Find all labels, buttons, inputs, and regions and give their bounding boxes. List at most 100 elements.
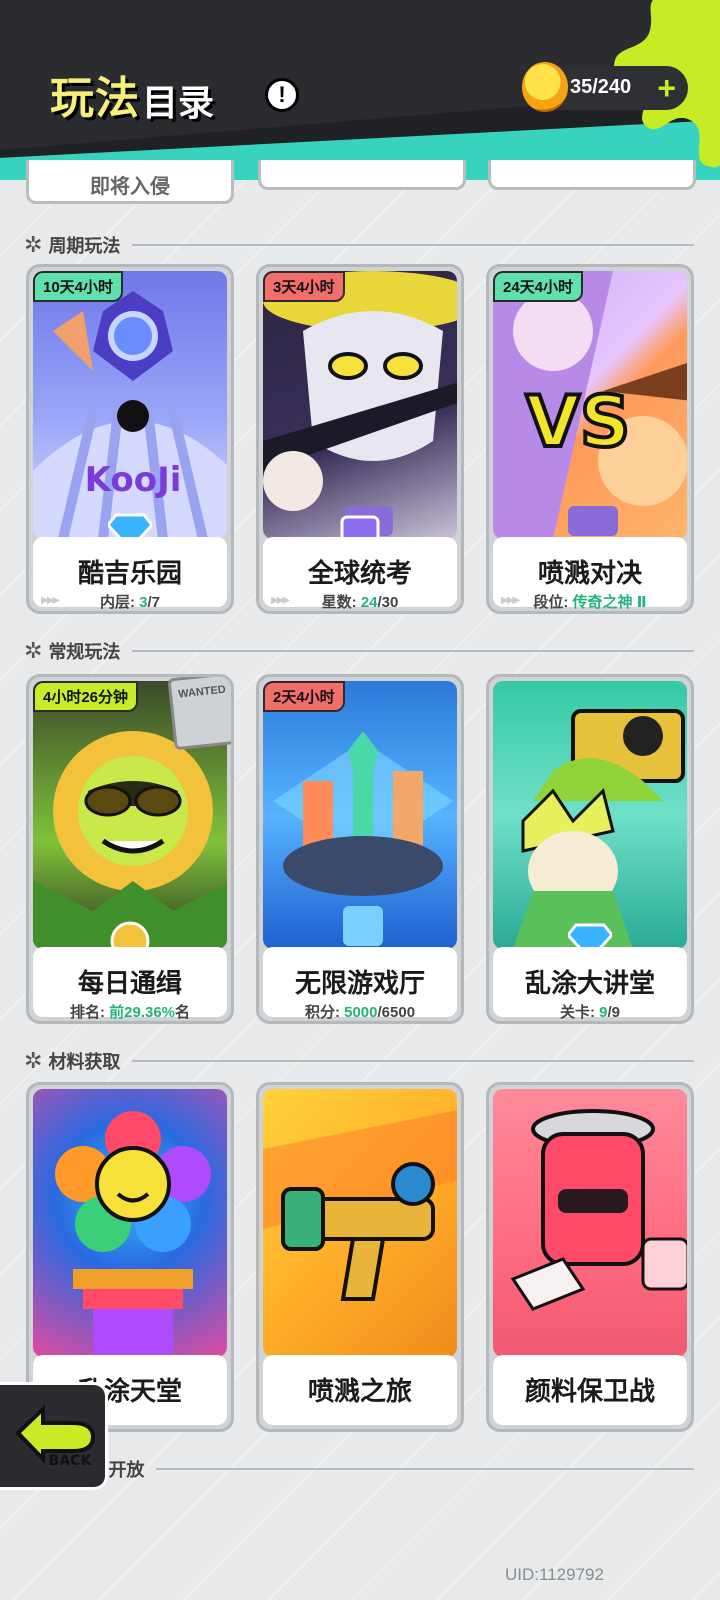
card-stat: 排名: 前29.36%名 <box>33 1001 227 1021</box>
info-icon[interactable]: ! <box>265 78 299 112</box>
stat-value: 24 <box>360 594 378 611</box>
card-stat: 段位: 传奇之神 Ⅱ <box>493 591 687 611</box>
card-art <box>493 681 687 949</box>
back-label: BACK <box>48 1453 92 1469</box>
card-top-2[interactable] <box>258 160 466 190</box>
card-global-exam[interactable]: 3天4小时 全球统考 ▶▶▶ 星数: 24/30 <box>256 264 464 614</box>
page-title: 玩法 目录 <box>50 62 214 126</box>
card-stat: 星数: 24/30 <box>263 591 457 611</box>
paint-gun-art <box>263 1110 457 1301</box>
stat-total: /30 <box>377 594 399 611</box>
stat-label: 积分: <box>304 1004 345 1021</box>
card-splash-duel[interactable]: VS 24天4小时 喷溅对决 ▶▶▶ 段位: 传奇之神 Ⅱ <box>486 264 694 614</box>
card-stat: 积分: 5000/6500 <box>263 1001 457 1021</box>
add-currency-button[interactable]: + <box>657 70 676 107</box>
flame-coin-icon <box>522 62 568 112</box>
card-title: 喷溅之旅 <box>307 1376 412 1406</box>
stat-value: 9 <box>599 1004 608 1021</box>
card-doodle-heaven[interactable]: 乱涂天堂 <box>26 1082 234 1432</box>
card-art: KooJi 10天4小时 <box>33 271 227 539</box>
card-stat: 关卡: 9/9 <box>493 1001 687 1021</box>
stat-label: 内层: <box>99 594 140 611</box>
stat-value: 5000 <box>344 1004 378 1021</box>
card-title: 全球统考 <box>307 558 412 588</box>
card-top-3[interactable] <box>488 160 696 190</box>
card-paint-defense[interactable]: 颜料保卫战 <box>486 1082 694 1432</box>
card-footer: 酷吉乐园 ▶▶▶ 内层: 3/7 <box>33 537 227 611</box>
card-upcoming[interactable]: 即将入侵 <box>26 160 234 204</box>
section-divider <box>132 244 694 246</box>
card-footer: 乱涂大讲堂 关卡: 9/9 <box>493 947 687 1021</box>
back-button[interactable]: BACK <box>0 1382 108 1490</box>
currency-value: 35/240 <box>570 76 632 98</box>
card-kooji-park[interactable]: KooJi 10天4小时 酷吉乐园 ▶▶▶ 内层: 3/7 <box>26 264 234 614</box>
stat-value: 前29.36% <box>109 1004 176 1021</box>
section-open: ✲ 开放 <box>24 1456 694 1482</box>
card-art <box>33 1089 227 1357</box>
card-art <box>493 1089 687 1357</box>
flower-icon: ✲ <box>24 1048 43 1073</box>
card-footer: 无限游戏厅 积分: 5000/6500 <box>263 947 457 1021</box>
card-footer: 颜料保卫战 <box>493 1355 687 1425</box>
stat-value: 3 <box>139 594 148 611</box>
vs-art: VS <box>493 271 687 539</box>
currency-counter: 35/240 + <box>522 62 688 112</box>
card-upcoming-label: 即将入侵 <box>90 176 170 198</box>
section-open-label: 开放 <box>108 1460 145 1480</box>
section-divider <box>156 1468 694 1470</box>
card-footer: 喷溅对决 ▶▶▶ 段位: 传奇之神 Ⅱ <box>493 537 687 611</box>
city-art <box>273 731 453 946</box>
stat-label: 排名: <box>69 1004 110 1021</box>
section-regular-label: 常规玩法 <box>48 642 121 662</box>
paint-jar-art <box>510 1109 687 1311</box>
stat-label: 段位: <box>533 594 573 611</box>
card-daily-wanted[interactable]: 4小时26分钟 WANTED 每日通缉 排名: 前29.36%名 <box>26 674 234 1024</box>
uid-label: UID:1129792 <box>505 1565 604 1584</box>
card-art: 3天4小时 <box>263 271 457 539</box>
card-title: 喷溅对决 <box>537 558 642 588</box>
section-materials-label: 材料获取 <box>48 1052 121 1072</box>
global-exam-art <box>263 271 457 536</box>
rainbow-flower-art <box>55 1111 211 1357</box>
title-main: 玩法 <box>50 74 140 123</box>
stat-total: /9 <box>607 1004 621 1021</box>
card-footer: 每日通缉 排名: 前29.36%名 <box>33 947 227 1021</box>
header-bar: 玩法 目录 ! 35/240 + <box>0 0 720 180</box>
vs-text: VS <box>526 381 631 463</box>
stat-total: 名 <box>175 1004 191 1021</box>
kooji-art: KooJi <box>33 291 227 539</box>
flower-icon: ✲ <box>24 232 43 257</box>
wanted-poster-text: WANTED <box>177 683 227 701</box>
timer-badge: 10天4小时 <box>33 271 124 302</box>
timer-badge: 3天4小时 <box>263 271 345 302</box>
back-arrow-icon: BACK <box>14 1404 95 1469</box>
card-title: 颜料保卫战 <box>524 1376 655 1406</box>
timer-badge: 24天4小时 <box>493 271 584 302</box>
card-art <box>263 1089 457 1357</box>
card-infinite-arcade[interactable]: 2天4小时 无限游戏厅 积分: 5000/6500 <box>256 674 464 1024</box>
card-footer: 喷溅之旅 <box>263 1355 457 1425</box>
card-title: 酷吉乐园 <box>77 558 182 588</box>
timer-badge: 4小时26分钟 <box>33 681 139 712</box>
kooji-logo-text: KooJi <box>85 460 182 500</box>
wanted-poster: WANTED <box>167 677 231 751</box>
card-stat: 内层: 3/7 <box>33 591 227 611</box>
doodle-art <box>513 709 685 949</box>
card-doodle-lecture[interactable]: 乱涂大讲堂 关卡: 9/9 <box>486 674 694 1024</box>
card-title: 无限游戏厅 <box>294 968 425 998</box>
card-title: 乱涂大讲堂 <box>524 968 655 998</box>
stat-label: 关卡: <box>559 1004 600 1021</box>
section-divider <box>132 650 694 652</box>
card-title: 每日通缉 <box>77 968 182 998</box>
section-periodic: ✲ 周期玩法 <box>24 232 694 258</box>
flower-icon: ✲ <box>24 638 43 663</box>
card-art: 2天4小时 <box>263 681 457 949</box>
section-periodic-label: 周期玩法 <box>48 236 121 256</box>
section-regular: ✲ 常规玩法 <box>24 638 694 664</box>
stat-value: 传奇之神 Ⅱ <box>572 594 647 611</box>
section-divider <box>132 1060 694 1062</box>
card-splash-journey[interactable]: 喷溅之旅 <box>256 1082 464 1432</box>
title-sub: 目录 <box>142 82 215 123</box>
card-art: VS 24天4小时 <box>493 271 687 539</box>
timer-badge: 2天4小时 <box>263 681 345 712</box>
